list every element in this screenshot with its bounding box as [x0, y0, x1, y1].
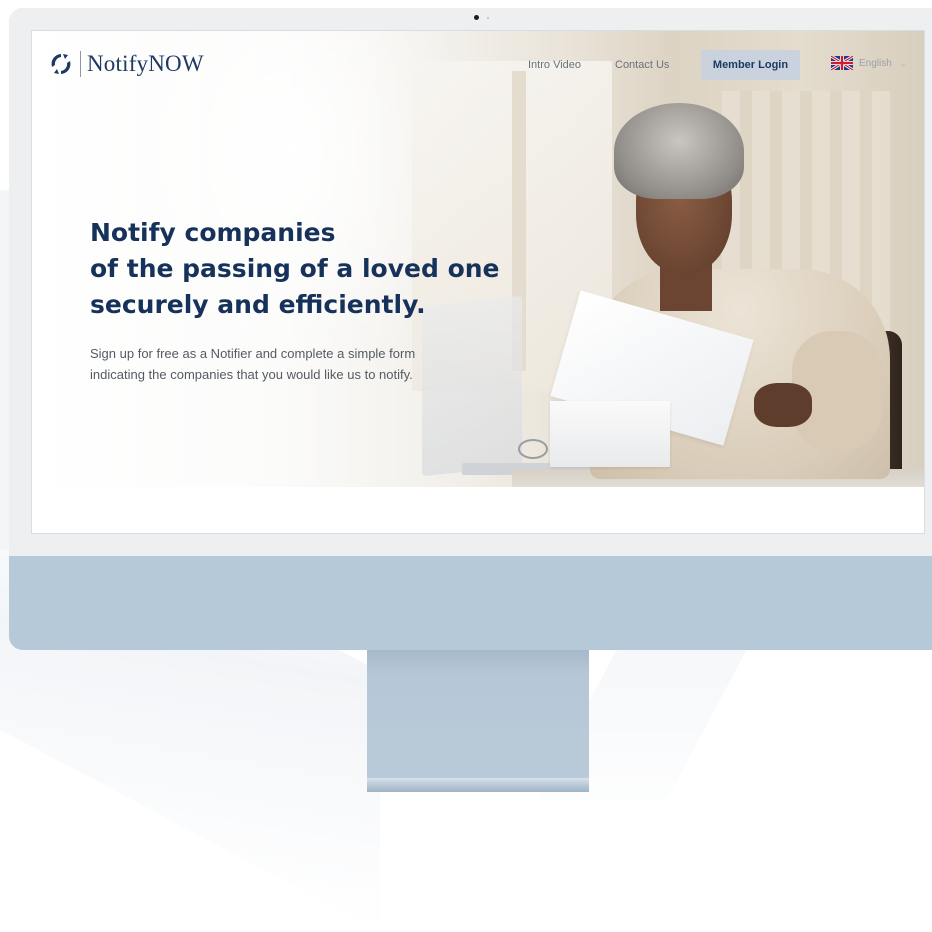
member-login-button[interactable]: Member Login [701, 50, 800, 80]
camera-led [487, 17, 489, 19]
brand-name-part2: NOW [148, 51, 204, 76]
hero-subtitle-line: indicating the companies that you would … [90, 367, 413, 382]
nav-intro-video[interactable]: Intro Video [528, 59, 581, 71]
monitor-bezel: NotifyNOW Intro Video Contact Us Member … [9, 8, 932, 556]
brand-logo[interactable]: NotifyNOW [48, 51, 204, 77]
language-label: English [859, 57, 892, 69]
hero-title: Notify companies of the passing of a lov… [90, 215, 530, 323]
imac-monitor: NotifyNOW Intro Video Contact Us Member … [9, 8, 932, 650]
website-screen: NotifyNOW Intro Video Contact Us Member … [31, 30, 925, 534]
chevron-down-icon: ⌄ [899, 58, 907, 68]
hero-title-line: Notify companies [90, 218, 336, 247]
hero-title-line: of the passing of a loved one [90, 254, 500, 283]
top-navigation: NotifyNOW Intro Video Contact Us Member … [32, 31, 924, 101]
monitor-stand [367, 650, 589, 792]
nav-contact-us[interactable]: Contact Us [615, 59, 669, 71]
uk-flag-icon [831, 56, 853, 70]
woman-hand [754, 383, 812, 427]
hero-subtitle: Sign up for free as a Notifier and compl… [90, 343, 510, 385]
monitor-stand-base [367, 778, 589, 792]
language-selector[interactable]: English ⌄ [831, 56, 907, 70]
brand-name-part1: Notify [87, 51, 149, 76]
hero-title-line: securely and efficiently. [90, 290, 426, 319]
glasses [518, 439, 548, 459]
envelope [550, 401, 670, 467]
logo-divider [80, 51, 81, 77]
camera-icon [474, 15, 479, 20]
hero-subtitle-line: Sign up for free as a Notifier and compl… [90, 346, 416, 361]
brand-name: NotifyNOW [87, 51, 204, 77]
circular-arrows-icon [51, 54, 71, 74]
monitor-chin [9, 556, 932, 650]
woman-hair [614, 103, 744, 199]
